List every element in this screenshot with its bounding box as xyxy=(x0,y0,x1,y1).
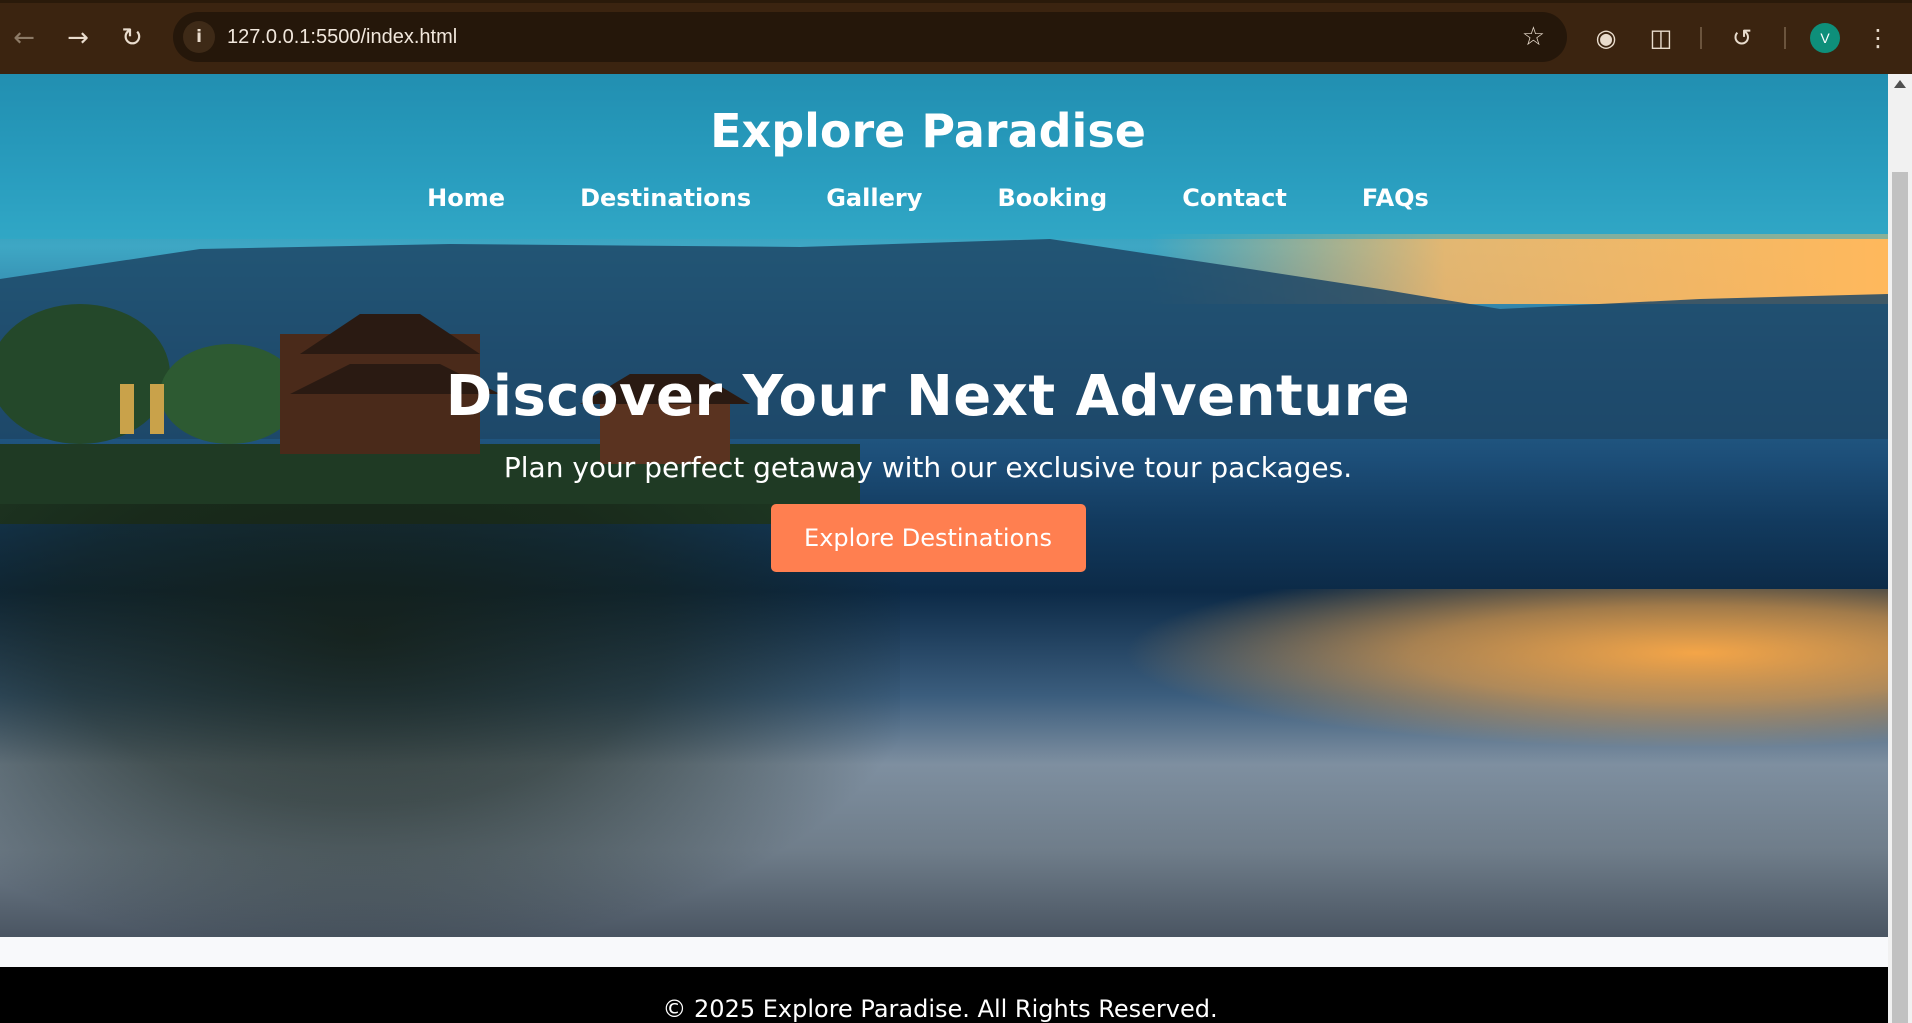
extension-orb-icon[interactable]: ◉ xyxy=(1590,22,1622,54)
scroll-up-arrow-icon[interactable] xyxy=(1894,80,1906,88)
tab-strip-edge xyxy=(0,0,1912,3)
extensions-puzzle-icon[interactable]: ◫ xyxy=(1645,22,1677,54)
history-icon[interactable]: ↺ xyxy=(1726,22,1758,54)
page-viewport: Explore Paradise Home Destinations Galle… xyxy=(0,74,1888,1023)
back-icon[interactable]: ← xyxy=(8,22,40,54)
profile-avatar[interactable]: V xyxy=(1810,23,1840,53)
footer-copyright: © 2025 Explore Paradise. All Rights Rese… xyxy=(662,995,1218,1023)
nav-booking[interactable]: Booking xyxy=(997,184,1107,212)
toolbar-divider xyxy=(1700,27,1702,49)
hero-content: Discover Your Next Adventure Plan your p… xyxy=(0,364,1856,572)
main-nav: Home Destinations Gallery Booking Contac… xyxy=(0,184,1856,212)
more-menu-icon[interactable]: ⋮ xyxy=(1862,22,1894,54)
browser-toolbar: ← → ↻ i 127.0.0.1:5500/index.html ☆ ◉ ◫ … xyxy=(0,0,1912,74)
forward-icon[interactable]: → xyxy=(62,22,94,54)
hero-section: Explore Paradise Home Destinations Galle… xyxy=(0,74,1888,937)
bookmark-star-icon[interactable]: ☆ xyxy=(1522,22,1545,52)
nav-destinations[interactable]: Destinations xyxy=(580,184,751,212)
nav-home[interactable]: Home xyxy=(427,184,505,212)
hero-title: Discover Your Next Adventure xyxy=(445,364,1411,429)
site-header: Explore Paradise Home Destinations Galle… xyxy=(0,74,1888,239)
scroll-thumb[interactable] xyxy=(1892,172,1908,1023)
nav-gallery[interactable]: Gallery xyxy=(826,184,922,212)
site-info-icon[interactable]: i xyxy=(183,21,215,53)
site-footer: © 2025 Explore Paradise. All Rights Rese… xyxy=(0,967,1888,1023)
sunset-reflection xyxy=(1120,589,1888,749)
reload-icon[interactable]: ↻ xyxy=(116,22,148,54)
nav-faqs[interactable]: FAQs xyxy=(1362,184,1429,212)
nav-contact[interactable]: Contact xyxy=(1182,184,1287,212)
address-bar[interactable]: i 127.0.0.1:5500/index.html ☆ xyxy=(173,12,1567,62)
hero-subtitle: Plan your perfect getaway with our exclu… xyxy=(503,451,1353,484)
page-scrollbar[interactable] xyxy=(1888,74,1912,1023)
url-text[interactable]: 127.0.0.1:5500/index.html xyxy=(227,26,457,49)
explore-destinations-button[interactable]: Explore Destinations xyxy=(770,504,1086,572)
site-title: Explore Paradise xyxy=(710,104,1146,158)
toolbar-divider xyxy=(1784,27,1786,49)
